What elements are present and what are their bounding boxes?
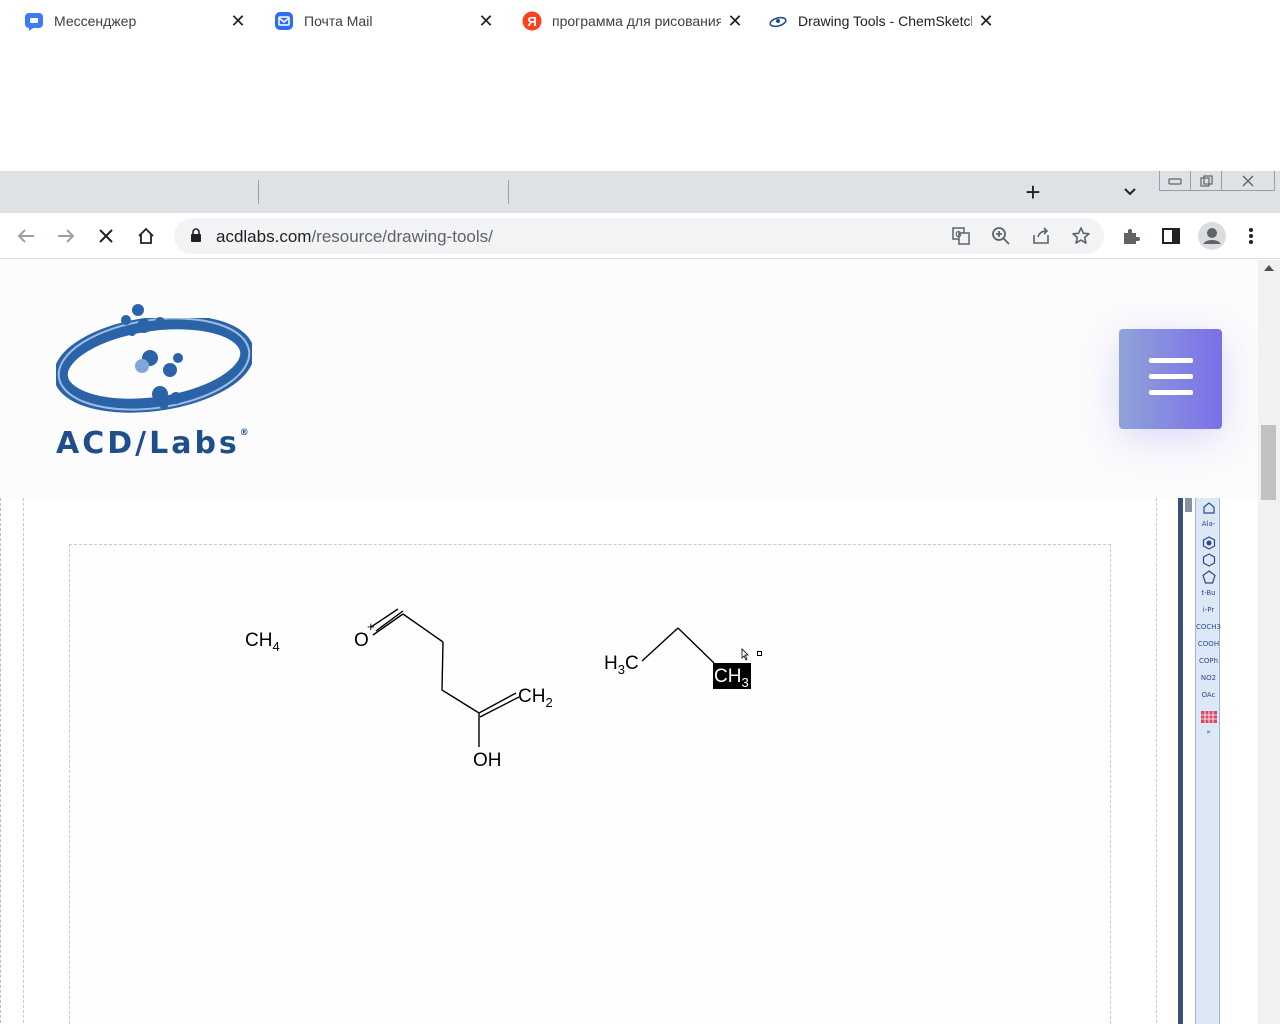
molecule-propane-labels: H3C CH3 bbox=[604, 648, 762, 690]
tab-close-icon[interactable]: ✕ bbox=[224, 11, 252, 32]
tab-mail[interactable]: Почта Mail ✕ bbox=[250, 0, 506, 42]
more-templates-icon[interactable]: » bbox=[1196, 728, 1221, 736]
template-oac[interactable]: OAc bbox=[1196, 691, 1221, 699]
drawing-canvas[interactable]: CH4 O + CH2 OH H3C CH3 bbox=[69, 544, 1111, 1024]
address-bar[interactable]: acdlabs.com/resource/drawing-tools/ G bbox=[174, 218, 1104, 254]
forward-button[interactable] bbox=[50, 213, 82, 259]
url-text[interactable]: acdlabs.com/resource/drawing-tools/ bbox=[216, 227, 493, 247]
molecule-methane[interactable]: CH4 bbox=[245, 630, 280, 654]
molecule-propane[interactable] bbox=[641, 627, 715, 664]
tab-close-icon[interactable]: ✕ bbox=[472, 11, 500, 32]
tab-separator bbox=[508, 180, 509, 204]
tab-drawing-tools[interactable]: Drawing Tools - ChemSketch ✕ bbox=[756, 0, 1006, 42]
messenger-icon bbox=[24, 11, 44, 31]
template-cyclohexane-icon[interactable] bbox=[1196, 553, 1221, 569]
zoom-icon[interactable] bbox=[985, 218, 1017, 254]
template-cyclopentane-icon[interactable] bbox=[1196, 570, 1221, 586]
template-coch3[interactable]: COCH3 bbox=[1196, 623, 1221, 631]
tab-search-icon[interactable] bbox=[1118, 171, 1142, 213]
back-button[interactable] bbox=[10, 213, 42, 259]
svg-text:CH2: CH2 bbox=[518, 686, 553, 710]
tab-title: Drawing Tools - ChemSketch bbox=[798, 13, 972, 29]
template-house-icon[interactable] bbox=[1196, 502, 1221, 516]
svg-text:Я: Я bbox=[527, 14, 536, 29]
browser-toolbar: acdlabs.com/resource/drawing-tools/ G bbox=[0, 213, 1280, 259]
scrollbar-thumb[interactable] bbox=[1261, 425, 1276, 500]
web-page: CH4 O + CH2 OH H3C CH3 Ala- t-Bu i-Pr CO… bbox=[0, 260, 1258, 1024]
stop-loading-button[interactable] bbox=[90, 213, 122, 259]
hamburger-menu-button[interactable] bbox=[1119, 329, 1222, 429]
translate-icon[interactable]: G bbox=[945, 218, 977, 254]
side-panel-icon[interactable] bbox=[1155, 213, 1187, 259]
svg-text:OH: OH bbox=[473, 750, 502, 771]
template-t-bu[interactable]: t-Bu bbox=[1196, 589, 1221, 597]
svg-text:H3C: H3C bbox=[604, 653, 639, 677]
template-toolbar: Ala- t-Bu i-Pr COCH3 COOH COPh NO2 OAc » bbox=[1176, 498, 1222, 1024]
new-tab-button[interactable]: + bbox=[1018, 171, 1048, 213]
mail-icon bbox=[274, 11, 294, 31]
template-coph[interactable]: COPh bbox=[1196, 657, 1221, 665]
home-button[interactable] bbox=[130, 213, 162, 259]
molecule-hydroxy-oxonium[interactable] bbox=[370, 608, 520, 747]
tab-separator bbox=[258, 180, 259, 204]
profile-avatar[interactable] bbox=[1196, 213, 1228, 259]
template-ala[interactable]: Ala- bbox=[1196, 520, 1221, 528]
tab-title: программа для рисования bbox=[552, 13, 721, 29]
scroll-up-arrow-icon[interactable] bbox=[1264, 265, 1274, 271]
lock-icon[interactable] bbox=[190, 228, 202, 248]
page-scrollbar[interactable] bbox=[1258, 260, 1280, 1024]
periodic-table-icon[interactable] bbox=[1196, 710, 1221, 726]
template-column: Ala- t-Bu i-Pr COCH3 COOH COPh NO2 OAc » bbox=[1195, 498, 1221, 1024]
applet-scroll-edge bbox=[1178, 498, 1183, 1024]
tab-yandex-search[interactable]: Я программа для рисования ✕ bbox=[498, 0, 755, 42]
menu-line bbox=[1149, 390, 1193, 395]
svg-text:+: + bbox=[367, 619, 375, 634]
tab-close-icon[interactable]: ✕ bbox=[721, 11, 749, 32]
url-path: /resource/drawing-tools/ bbox=[311, 227, 493, 246]
template-no2[interactable]: NO2 bbox=[1196, 674, 1221, 682]
minimize-button[interactable] bbox=[1159, 171, 1191, 191]
tab-messenger[interactable]: Мессенджер ✕ bbox=[0, 0, 258, 42]
tab-title: Почта Mail bbox=[304, 13, 373, 29]
site-header: ACD/Labs® bbox=[0, 260, 1258, 498]
browser-window: Мессенджер ✕ Почта Mail ✕ Я программа дл… bbox=[0, 0, 1280, 1024]
extensions-icon[interactable] bbox=[1115, 213, 1147, 259]
svg-text:G: G bbox=[955, 230, 961, 239]
close-window-button[interactable] bbox=[1221, 171, 1275, 191]
template-i-pr[interactable]: i-Pr bbox=[1196, 606, 1221, 614]
acdlabs-logo-text[interactable]: ACD/Labs® bbox=[56, 426, 249, 461]
svg-text:CH4: CH4 bbox=[245, 630, 280, 654]
tab-close-icon[interactable]: ✕ bbox=[972, 11, 1000, 32]
yandex-icon: Я bbox=[522, 11, 542, 31]
url-host: acdlabs.com bbox=[216, 227, 312, 246]
acdlabs-favicon-icon bbox=[768, 11, 788, 31]
restore-button[interactable] bbox=[1190, 171, 1222, 191]
menu-line bbox=[1149, 358, 1193, 363]
tab-title: Мессенджер bbox=[54, 13, 137, 29]
template-cooh[interactable]: COOH bbox=[1196, 640, 1221, 648]
share-icon[interactable] bbox=[1025, 218, 1057, 254]
applet-splitter[interactable] bbox=[1185, 498, 1192, 512]
more-menu-icon[interactable] bbox=[1235, 213, 1267, 259]
page-border bbox=[0, 498, 2, 1024]
tab-strip bbox=[0, 171, 1280, 213]
menu-line bbox=[1149, 374, 1193, 379]
cursor-pointer-icon bbox=[741, 648, 762, 661]
molecule-hydroxy-labels: O + CH2 OH bbox=[354, 619, 553, 771]
template-benzene-icon[interactable] bbox=[1196, 536, 1221, 552]
bookmark-star-icon[interactable] bbox=[1065, 218, 1097, 254]
acdlabs-logo-icon[interactable] bbox=[53, 300, 255, 421]
